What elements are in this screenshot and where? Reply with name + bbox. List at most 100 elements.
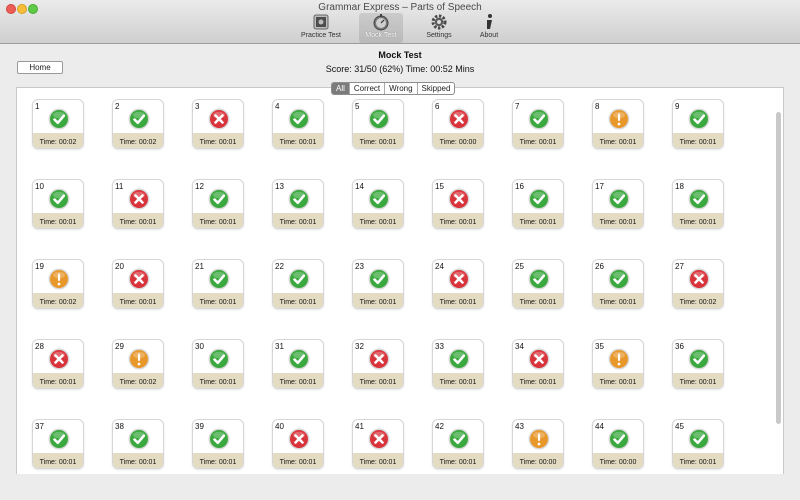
question-tile-card: 42 Time: 00:01 <box>432 419 484 469</box>
question-number: 10 <box>35 182 44 191</box>
question-time: Time: 00:01 <box>679 379 717 386</box>
question-tile-card: 12 Time: 00:01 <box>192 179 244 229</box>
question-number: 9 <box>675 102 680 111</box>
question-tile-card: 18 Time: 00:01 <box>672 179 724 229</box>
question-tile[interactable]: 35 Time: 00:01 <box>592 339 644 389</box>
question-tile[interactable]: 43 Time: 00:00 <box>512 419 564 469</box>
question-tile-card: 34 Time: 00:01 <box>512 339 564 389</box>
question-tile-card: 3 Time: 00:01 <box>192 99 244 149</box>
check-icon <box>528 188 550 210</box>
question-tile[interactable]: 23 Time: 00:01 <box>352 259 404 309</box>
question-tile[interactable]: 18 Time: 00:01 <box>672 179 724 229</box>
exclamation-icon <box>608 108 630 130</box>
question-tile[interactable]: 20 Time: 00:01 <box>112 259 164 309</box>
question-tile[interactable]: 37 Time: 00:01 <box>32 419 84 469</box>
question-tile[interactable]: 14 Time: 00:01 <box>352 179 404 229</box>
question-tile-card: 38 Time: 00:01 <box>112 419 164 469</box>
question-tile[interactable]: 34 Time: 00:01 <box>512 339 564 389</box>
question-tile[interactable]: 16 Time: 00:01 <box>512 179 564 229</box>
filter-wrong[interactable]: Wrong <box>385 83 418 94</box>
question-tile[interactable]: 7 Time: 00:01 <box>512 99 564 149</box>
vertical-scrollbar[interactable] <box>776 112 781 424</box>
question-tile[interactable]: 15 Time: 00:01 <box>432 179 484 229</box>
question-tile[interactable]: 36 Time: 00:01 <box>672 339 724 389</box>
check-icon <box>448 348 470 370</box>
question-tile[interactable]: 45 Time: 00:01 <box>672 419 724 469</box>
question-tile-card: 30 Time: 00:01 <box>192 339 244 389</box>
question-time: Time: 00:02 <box>679 299 717 306</box>
question-tile[interactable]: 26 Time: 00:01 <box>592 259 644 309</box>
question-number: 5 <box>355 102 360 111</box>
check-icon <box>288 188 310 210</box>
question-tile[interactable]: 33 Time: 00:01 <box>432 339 484 389</box>
question-tile[interactable]: 6 Time: 00:00 <box>432 99 484 149</box>
question-time: Time: 00:01 <box>199 219 237 226</box>
question-tile-card: 33 Time: 00:01 <box>432 339 484 389</box>
question-tile[interactable]: 29 Time: 00:02 <box>112 339 164 389</box>
question-tile[interactable]: 25 Time: 00:01 <box>512 259 564 309</box>
exclamation-icon <box>608 348 630 370</box>
question-number: 22 <box>275 262 284 271</box>
question-tile[interactable]: 10 Time: 00:01 <box>32 179 84 229</box>
check-icon <box>288 268 310 290</box>
question-tile[interactable]: 32 Time: 00:01 <box>352 339 404 389</box>
question-tile[interactable]: 2 Time: 00:02 <box>112 99 164 149</box>
check-icon <box>208 428 230 450</box>
check-icon <box>128 108 150 130</box>
question-tile[interactable]: 12 Time: 00:01 <box>192 179 244 229</box>
question-number: 18 <box>675 182 684 191</box>
check-icon <box>368 268 390 290</box>
question-tile[interactable]: 19 Time: 00:02 <box>32 259 84 309</box>
question-tile[interactable]: 27 Time: 00:02 <box>672 259 724 309</box>
question-tile-card: 37 Time: 00:01 <box>32 419 84 469</box>
question-tile[interactable]: 22 Time: 00:01 <box>272 259 324 309</box>
question-tile-card: 35 Time: 00:01 <box>592 339 644 389</box>
question-tile[interactable]: 21 Time: 00:01 <box>192 259 244 309</box>
score-summary: Score: 31/50 (62%) Time: 00:52 Mins <box>325 64 475 74</box>
question-tile[interactable]: 24 Time: 00:01 <box>432 259 484 309</box>
exclamation-icon <box>128 348 150 370</box>
question-tile-card: 27 Time: 00:02 <box>672 259 724 309</box>
filter-skipped[interactable]: Skipped <box>418 83 455 94</box>
question-tile[interactable]: 31 Time: 00:01 <box>272 339 324 389</box>
question-tile[interactable]: 9 Time: 00:01 <box>672 99 724 149</box>
question-tile[interactable]: 1 Time: 00:02 <box>32 99 84 149</box>
question-tile-card: 43 Time: 00:00 <box>512 419 564 469</box>
question-number: 29 <box>115 342 124 351</box>
check-icon <box>288 108 310 130</box>
question-tile[interactable]: 44 Time: 00:00 <box>592 419 644 469</box>
question-tile[interactable]: 41 Time: 00:01 <box>352 419 404 469</box>
question-tile-card: 19 Time: 00:02 <box>32 259 84 309</box>
question-tile[interactable]: 8 Time: 00:01 <box>592 99 644 149</box>
question-time: Time: 00:01 <box>39 459 77 466</box>
question-tile[interactable]: 4 Time: 00:01 <box>272 99 324 149</box>
question-tile[interactable]: 3 Time: 00:01 <box>192 99 244 149</box>
question-tile-card: 20 Time: 00:01 <box>112 259 164 309</box>
question-time: Time: 00:01 <box>439 459 477 466</box>
toolbar-label-mock-test: Mock Test <box>365 32 397 39</box>
cross-icon <box>128 268 150 290</box>
question-tile[interactable]: 38 Time: 00:01 <box>112 419 164 469</box>
toolbar-practice-test[interactable]: Practice Test <box>299 13 343 43</box>
question-time: Time: 00:01 <box>199 299 237 306</box>
filter-all[interactable]: All <box>332 83 350 94</box>
question-number: 17 <box>595 182 604 191</box>
question-tile[interactable]: 39 Time: 00:01 <box>192 419 244 469</box>
question-tile[interactable]: 13 Time: 00:01 <box>272 179 324 229</box>
toolbar-mock-test[interactable]: Mock Test <box>359 13 403 43</box>
question-tile[interactable]: 5 Time: 00:01 <box>352 99 404 149</box>
question-tile[interactable]: 30 Time: 00:01 <box>192 339 244 389</box>
question-time: Time: 00:01 <box>599 219 637 226</box>
filter-correct[interactable]: Correct <box>350 83 386 94</box>
question-tile[interactable]: 42 Time: 00:01 <box>432 419 484 469</box>
question-number: 20 <box>115 262 124 271</box>
toolbar-about[interactable]: About <box>467 13 511 43</box>
cross-icon <box>48 348 70 370</box>
question-tile[interactable]: 40 Time: 00:01 <box>272 419 324 469</box>
toolbar-settings[interactable]: Settings <box>417 13 461 43</box>
question-number: 35 <box>595 342 604 351</box>
question-tile[interactable]: 17 Time: 00:01 <box>592 179 644 229</box>
question-tile[interactable]: 11 Time: 00:01 <box>112 179 164 229</box>
question-tile[interactable]: 28 Time: 00:01 <box>32 339 84 389</box>
cross-icon <box>448 108 470 130</box>
